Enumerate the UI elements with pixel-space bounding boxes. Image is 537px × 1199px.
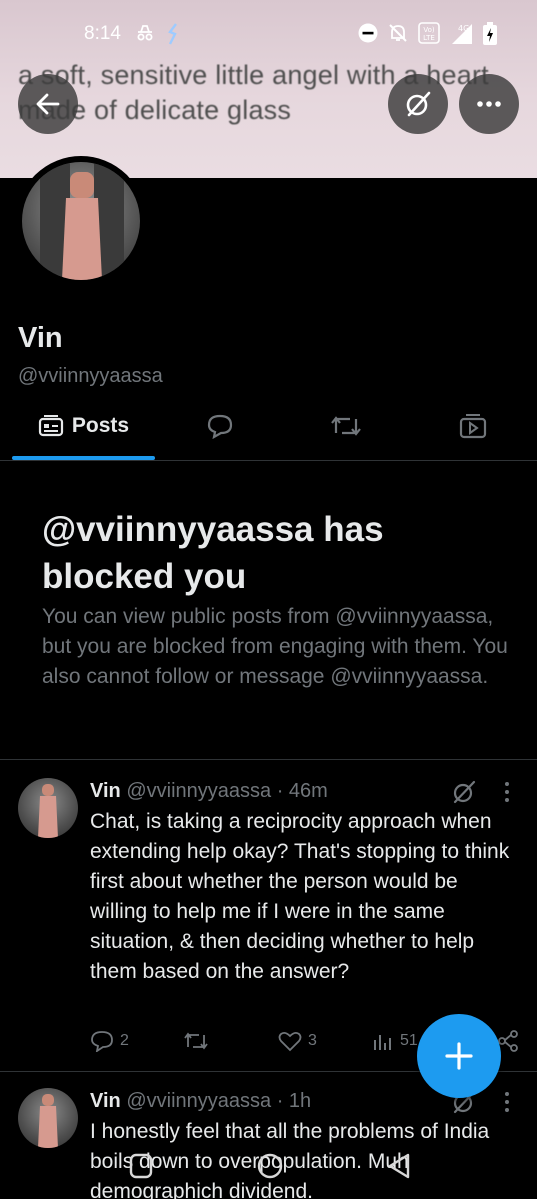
profile-name: Vin <box>18 322 63 354</box>
views-button[interactable]: 51 <box>372 1030 418 1052</box>
reposts-icon <box>331 416 361 436</box>
post-avatar[interactable] <box>18 778 78 838</box>
blocked-title: @vviinnyyaassa has blocked you <box>42 510 384 596</box>
posts-icon <box>38 415 64 437</box>
post-text: Chat, is taking a reciprocity approach w… <box>90 810 510 983</box>
plus-icon <box>445 1042 473 1070</box>
tab-media[interactable] <box>423 400 523 452</box>
post-more-icon[interactable] <box>503 1091 511 1118</box>
like-count: 3 <box>308 1032 317 1049</box>
reply-button[interactable]: 2 <box>90 1030 129 1052</box>
post-timestamp: · 46m <box>276 780 328 802</box>
post-header: Vin @vviinnyyaassa · 1h <box>90 1090 311 1113</box>
tab-posts-label: Posts <box>71 414 130 437</box>
avatar-photo <box>22 162 140 280</box>
profile-handle: @vviinnyyaassa <box>18 365 163 387</box>
notice-divider <box>0 759 537 760</box>
do-not-disturb-icon <box>357 22 379 49</box>
reply-icon <box>91 1031 113 1052</box>
more-horizontal-icon <box>477 101 501 107</box>
banner-text: a soft, sensitive little angel with a he… <box>18 60 489 125</box>
post-header: Vin @vviinnyyaassa · 46m <box>90 780 328 803</box>
post-more-icon[interactable] <box>503 781 511 808</box>
nav-home-icon[interactable] <box>256 1152 284 1185</box>
volte-icon: Vo) LTE <box>418 22 440 49</box>
post-author-name: Vin <box>90 780 121 802</box>
more-options-button[interactable] <box>459 74 519 134</box>
post-author-handle: @vviinnyyaassa <box>126 780 272 802</box>
post-author-name: Vin <box>90 1090 121 1112</box>
tab-posts[interactable]: Posts <box>12 400 155 452</box>
repost-icon <box>184 1032 208 1050</box>
views-icon <box>374 1035 391 1050</box>
app-notification-icon <box>166 22 182 51</box>
replies-icon <box>207 414 233 440</box>
nav-recents-icon[interactable] <box>128 1152 154 1185</box>
arrow-left-icon <box>36 93 60 115</box>
post-timestamp: · 1h <box>276 1090 312 1112</box>
profile-tabs: Posts <box>0 400 537 460</box>
blocked-description: You can view public posts from @vviinnyy… <box>42 605 508 688</box>
post-avatar[interactable] <box>18 1088 78 1148</box>
repost-button[interactable] <box>183 1030 215 1052</box>
svg-text:4G: 4G <box>458 24 469 33</box>
views-count: 51 <box>400 1032 418 1049</box>
post-author-handle: @vviinnyyaassa <box>126 1090 272 1112</box>
tab-reposts[interactable] <box>296 400 396 452</box>
grok-button[interactable] <box>388 74 448 134</box>
media-icon <box>459 414 487 439</box>
grok-icon[interactable] <box>451 779 477 810</box>
nav-back-icon[interactable] <box>386 1152 412 1185</box>
tab-replies[interactable] <box>170 400 270 452</box>
tabs-divider <box>0 460 537 461</box>
battery-icon <box>482 22 498 51</box>
bell-muted-icon <box>387 22 409 49</box>
svg-text:Vo): Vo) <box>423 26 435 34</box>
back-button[interactable] <box>18 74 78 134</box>
like-button[interactable]: 3 <box>278 1030 317 1052</box>
compose-button[interactable] <box>417 1014 501 1098</box>
heart-icon <box>278 1031 302 1052</box>
status-time: 8:14 <box>84 23 121 44</box>
signal-icon: 4G <box>446 22 476 51</box>
incognito-icon <box>134 22 156 49</box>
status-bar: 8:14 Vo) LTE 4G <box>0 14 537 54</box>
svg-text:LTE: LTE <box>423 34 435 42</box>
reply-count: 2 <box>120 1032 129 1049</box>
grok-icon <box>406 91 431 117</box>
profile-avatar[interactable] <box>16 156 146 286</box>
